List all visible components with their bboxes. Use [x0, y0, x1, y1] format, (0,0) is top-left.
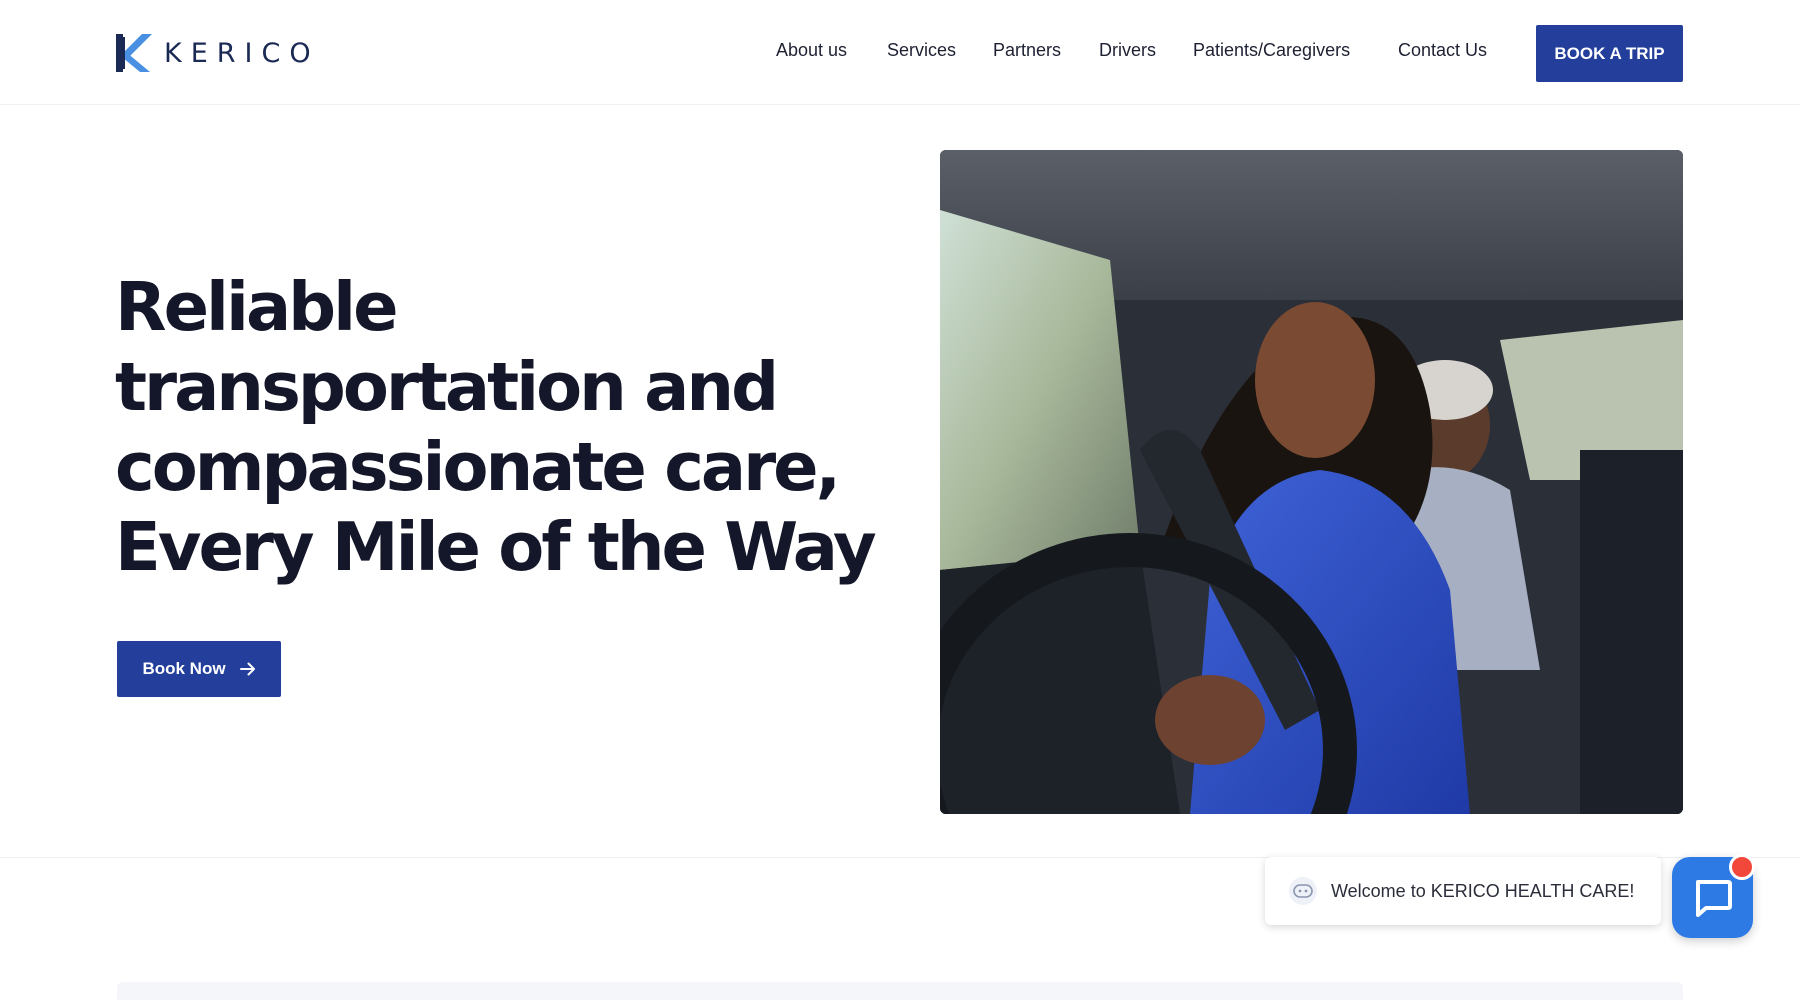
- hero-title: Reliable transportation and compassionat…: [115, 267, 895, 587]
- chat-welcome-bubble[interactable]: Welcome to KERICO HEALTH CARE!: [1265, 857, 1661, 925]
- book-a-trip-button[interactable]: BOOK A TRIP: [1536, 25, 1683, 82]
- kerico-k-logo-icon: [116, 34, 152, 72]
- nav-about-us[interactable]: About us: [776, 40, 847, 61]
- next-section-band: [117, 982, 1683, 1000]
- arrow-right-icon: [239, 662, 255, 676]
- chat-notification-badge: [1729, 854, 1755, 880]
- nav-partners[interactable]: Partners: [993, 40, 1061, 61]
- nav-patients-caregivers[interactable]: Patients/Caregivers: [1193, 40, 1350, 61]
- nav-drivers[interactable]: Drivers: [1099, 40, 1156, 61]
- hero-title-line: Reliable: [115, 268, 399, 346]
- hero-title-line: transportation and: [115, 348, 779, 426]
- book-now-label: Book Now: [142, 659, 226, 678]
- chat-welcome-text: Welcome to KERICO HEALTH CARE!: [1331, 880, 1635, 901]
- nav-contact-us[interactable]: Contact Us: [1398, 40, 1487, 61]
- nav-services[interactable]: Services: [887, 40, 956, 61]
- chat-icon: [1695, 879, 1732, 917]
- logo-wordmark: KERICO: [164, 37, 320, 69]
- site-header: KERICO About us Services Partners Driver…: [0, 0, 1800, 105]
- hero-title-line: Every Mile of the Way: [115, 508, 877, 586]
- hero-image: [940, 150, 1683, 814]
- chat-bot-icon: [1289, 877, 1317, 905]
- logo[interactable]: KERICO: [116, 34, 320, 72]
- hero-title-line: compassionate care,: [115, 428, 841, 506]
- book-now-button[interactable]: Book Now: [117, 641, 281, 697]
